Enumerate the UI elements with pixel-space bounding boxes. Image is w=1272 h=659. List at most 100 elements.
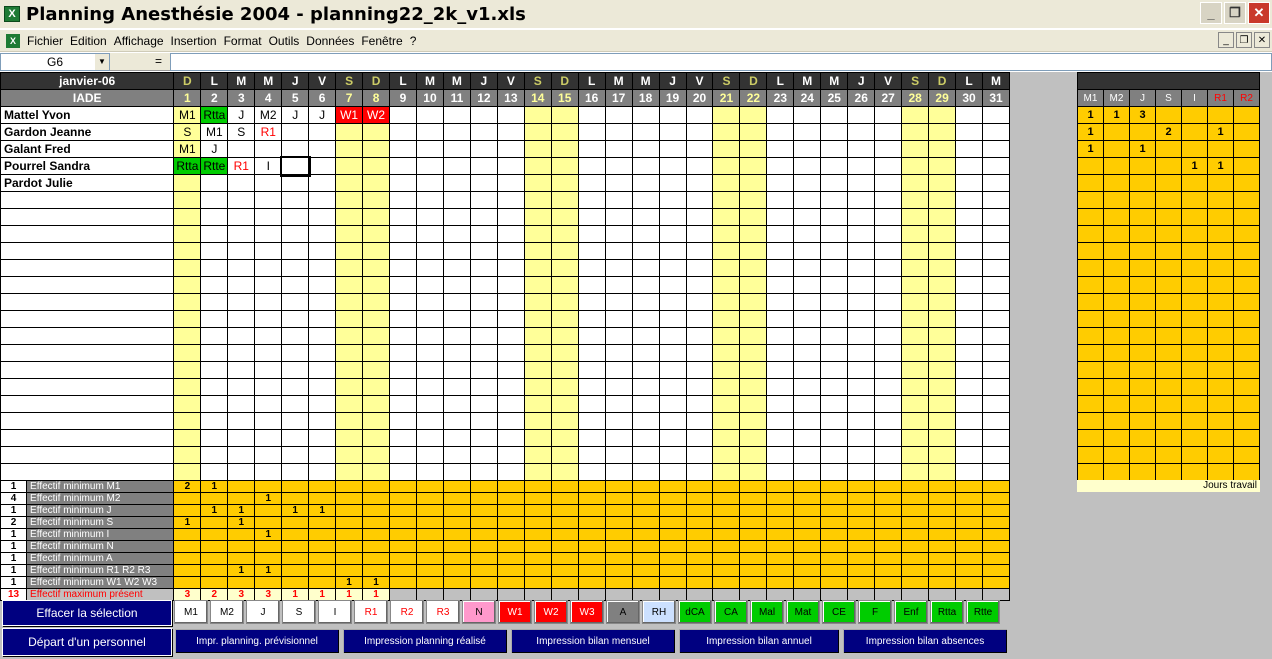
planning-cell[interactable] <box>874 208 903 226</box>
planning-cell[interactable] <box>254 259 283 277</box>
planning-cell[interactable] <box>874 429 903 447</box>
planning-cell[interactable] <box>928 344 957 362</box>
planning-cell[interactable] <box>901 412 930 430</box>
planning-cell[interactable]: R1 <box>227 157 256 175</box>
planning-cell[interactable] <box>982 378 1010 396</box>
planning-cell[interactable] <box>739 429 768 447</box>
name-box[interactable]: G6 ▼ <box>0 53 110 71</box>
planning-cell[interactable] <box>874 327 903 345</box>
planning-cell[interactable] <box>982 344 1010 362</box>
planning-cell[interactable] <box>820 293 849 311</box>
planning-cell[interactable] <box>604 123 633 141</box>
planning-cell[interactable] <box>523 259 552 277</box>
planning-cell[interactable] <box>631 429 660 447</box>
planning-cell[interactable] <box>389 225 417 243</box>
planning-cell[interactable] <box>550 191 579 209</box>
planning-cell[interactable] <box>982 446 1010 464</box>
planning-cell[interactable] <box>442 191 471 209</box>
planning-cell[interactable] <box>982 191 1010 209</box>
menu-fenetre[interactable]: Fenêtre <box>361 34 402 48</box>
planning-cell[interactable] <box>766 225 795 243</box>
planning-cell[interactable] <box>496 225 525 243</box>
planning-cell[interactable] <box>820 429 849 447</box>
planning-cell[interactable] <box>847 259 876 277</box>
planning-cell[interactable] <box>496 344 525 362</box>
doc-restore-button[interactable]: ❐ <box>1236 32 1252 48</box>
planning-cell[interactable] <box>469 395 498 413</box>
staff-name[interactable] <box>0 293 175 311</box>
planning-cell[interactable] <box>335 191 364 209</box>
planning-cell[interactable] <box>173 191 202 209</box>
planning-cell[interactable] <box>389 276 417 294</box>
planning-cell[interactable] <box>955 463 983 481</box>
planning-cell[interactable] <box>982 395 1010 413</box>
planning-cell[interactable] <box>442 463 471 481</box>
planning-cell[interactable] <box>658 140 687 158</box>
planning-cell[interactable] <box>901 395 930 413</box>
planning-cell[interactable] <box>685 446 714 464</box>
planning-cell[interactable] <box>604 242 633 260</box>
planning-cell[interactable] <box>335 208 364 226</box>
planning-cell[interactable] <box>200 344 229 362</box>
planning-cell[interactable] <box>550 123 579 141</box>
planning-cell[interactable] <box>982 361 1010 379</box>
planning-cell[interactable] <box>173 429 202 447</box>
planning-cell[interactable] <box>254 344 283 362</box>
planning-cell[interactable] <box>550 225 579 243</box>
print-bilan-annuel-button[interactable]: Impression bilan annuel <box>678 628 840 654</box>
planning-cell[interactable] <box>928 191 957 209</box>
code-button-rh[interactable]: RH <box>642 600 676 624</box>
planning-cell[interactable] <box>739 276 768 294</box>
planning-cell[interactable] <box>469 361 498 379</box>
planning-cell[interactable] <box>739 395 768 413</box>
planning-cell[interactable] <box>469 276 498 294</box>
planning-cell[interactable] <box>712 259 741 277</box>
planning-cell[interactable] <box>200 361 229 379</box>
planning-cell[interactable] <box>928 446 957 464</box>
planning-cell[interactable] <box>739 344 768 362</box>
planning-cell[interactable] <box>362 242 391 260</box>
staff-name[interactable] <box>0 191 175 209</box>
staff-name[interactable] <box>0 242 175 260</box>
planning-cell[interactable] <box>496 412 525 430</box>
planning-cell[interactable] <box>469 242 498 260</box>
planning-cell[interactable] <box>281 463 310 481</box>
effectif-count[interactable]: 1 <box>0 552 28 565</box>
planning-cell[interactable] <box>308 259 337 277</box>
planning-cell[interactable] <box>874 344 903 362</box>
planning-cell[interactable] <box>523 378 552 396</box>
planning-cell[interactable] <box>550 429 579 447</box>
planning-cell[interactable] <box>820 463 849 481</box>
planning-cell[interactable] <box>928 361 957 379</box>
planning-cell[interactable] <box>335 174 364 192</box>
planning-cell[interactable] <box>820 361 849 379</box>
staff-name[interactable] <box>0 378 175 396</box>
menu-affichage[interactable]: Affichage <box>114 34 164 48</box>
planning-cell[interactable] <box>631 327 660 345</box>
planning-cell[interactable] <box>874 276 903 294</box>
planning-cell[interactable] <box>200 293 229 311</box>
code-button-i[interactable]: I <box>318 600 352 624</box>
planning-cell[interactable] <box>766 293 795 311</box>
planning-cell[interactable] <box>308 361 337 379</box>
planning-cell[interactable] <box>982 208 1010 226</box>
effectif-count[interactable]: 2 <box>0 516 28 529</box>
planning-cell[interactable] <box>631 123 660 141</box>
staff-name[interactable] <box>0 429 175 447</box>
planning-cell[interactable] <box>227 276 256 294</box>
planning-cell[interactable] <box>577 276 606 294</box>
planning-cell[interactable] <box>281 259 310 277</box>
planning-cell[interactable] <box>739 293 768 311</box>
planning-cell[interactable] <box>496 140 525 158</box>
planning-cell[interactable]: I <box>254 157 283 175</box>
planning-cell[interactable] <box>523 310 552 328</box>
planning-cell[interactable] <box>308 327 337 345</box>
planning-cell[interactable] <box>389 412 417 430</box>
planning-cell[interactable] <box>874 242 903 260</box>
planning-cell[interactable] <box>901 157 930 175</box>
planning-cell[interactable] <box>604 327 633 345</box>
planning-cell[interactable] <box>469 225 498 243</box>
staff-name[interactable] <box>0 463 175 481</box>
planning-cell[interactable] <box>820 310 849 328</box>
planning-cell[interactable] <box>820 395 849 413</box>
